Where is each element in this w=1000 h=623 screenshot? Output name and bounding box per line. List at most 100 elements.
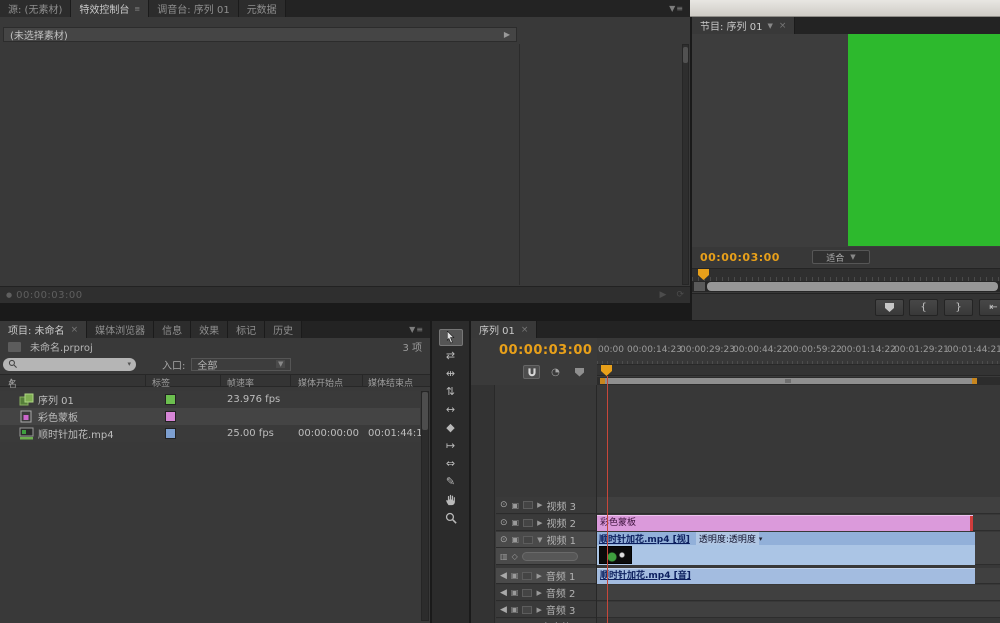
- effect-controls-divider[interactable]: [519, 44, 520, 285]
- track-header-video3[interactable]: ⊙ ▣ ▶ 视频 3: [496, 497, 596, 514]
- clip-video[interactable]: 顺时针加花.mp4 [视] 透明度:透明度 ▾: [597, 532, 975, 565]
- display-style-icon[interactable]: ▥: [500, 552, 508, 561]
- program-monitor-ruler[interactable]: [692, 268, 1000, 281]
- track-header-video1[interactable]: ⊙ ▣ ▼ 视频 1: [496, 532, 596, 548]
- lane-audio3[interactable]: [597, 602, 1000, 618]
- track-header-audio2[interactable]: ◀ ▣ ▶ 音频 2: [496, 585, 596, 601]
- expand-arrow-icon[interactable]: ▶: [504, 30, 510, 39]
- lock-toggle[interactable]: [522, 589, 532, 597]
- panel-menu-icon[interactable]: ▼≡: [663, 0, 690, 17]
- entry-filter-dropdown[interactable]: 全部 ▼: [191, 358, 291, 371]
- effect-controls-scrollbar[interactable]: [682, 44, 689, 285]
- speaker-icon[interactable]: ◀: [500, 588, 507, 598]
- pen-tool[interactable]: ✎: [439, 473, 463, 490]
- sync-lock-icon[interactable]: ▣: [512, 518, 520, 527]
- program-monitor-scrollbar[interactable]: [692, 281, 1000, 292]
- lane-audio1[interactable]: 顺时针加花.mp4 [音]: [597, 568, 1000, 584]
- eye-icon[interactable]: ⊙: [500, 535, 508, 545]
- program-timecode[interactable]: 00:00:03:00: [700, 251, 780, 264]
- panel-menu-icon[interactable]: ▼≡: [403, 321, 430, 338]
- mark-in-button[interactable]: {: [909, 299, 938, 316]
- sync-lock-icon[interactable]: ▣: [512, 501, 520, 510]
- tab-info[interactable]: 信息: [154, 321, 191, 338]
- eye-icon[interactable]: ⊙: [500, 518, 508, 528]
- lane-video3[interactable]: [597, 497, 1000, 514]
- loop-icon[interactable]: ⟳: [676, 290, 684, 300]
- column-media-end[interactable]: 媒体结束点: [368, 376, 413, 389]
- rolling-edit-tool[interactable]: ⇅: [439, 383, 463, 400]
- scrollbar-end-box[interactable]: [694, 282, 705, 291]
- scrollbar-thumb[interactable]: [707, 282, 998, 291]
- tab-audio-mixer[interactable]: 调音台: 序列 01: [149, 0, 238, 17]
- scrollbar-thumb[interactable]: [422, 392, 428, 430]
- eye-icon[interactable]: ⊙: [500, 500, 508, 510]
- lock-toggle[interactable]: [523, 519, 533, 527]
- tab-sequence-01[interactable]: 序列 01 ×: [471, 321, 537, 338]
- chevron-down-icon[interactable]: ▼: [767, 22, 772, 30]
- clip-effect-badge[interactable]: 透明度:透明度: [696, 532, 759, 545]
- keyframe-icon[interactable]: ◇: [512, 552, 518, 561]
- clip-color-matte[interactable]: 彩色蒙板: [597, 515, 973, 531]
- search-input[interactable]: ▾: [3, 358, 136, 371]
- tab-project[interactable]: 项目: 未命名 ×: [0, 321, 87, 338]
- playhead-line[interactable]: [607, 376, 608, 623]
- expand-icon[interactable]: ▼: [537, 536, 542, 544]
- track-header-audio1[interactable]: ◀ ▣ ▶ 音频 1: [496, 568, 596, 584]
- column-label[interactable]: 标签: [152, 376, 170, 389]
- scrollbar-thumb[interactable]: [683, 47, 688, 63]
- project-item-video-clip[interactable]: 顺时针加花.mp4 25.00 fps 00:00:00:00 00:01:44…: [0, 425, 420, 442]
- project-scrollbar[interactable]: [421, 391, 429, 621]
- speaker-icon[interactable]: ◀: [500, 571, 507, 581]
- sync-lock-icon[interactable]: ▣: [511, 605, 519, 614]
- tab-source-monitor[interactable]: 源: (无素材): [0, 0, 71, 17]
- lane-video2[interactable]: 彩色蒙板: [597, 515, 1000, 531]
- label-swatch-green[interactable]: [165, 394, 176, 405]
- snap-toggle-button[interactable]: [523, 365, 540, 379]
- lock-toggle[interactable]: [522, 606, 532, 614]
- goto-in-button[interactable]: ⇤: [979, 299, 1000, 316]
- razor-tool[interactable]: ◆: [439, 419, 463, 436]
- zoom-level-dropdown[interactable]: 适合 ▼: [812, 250, 870, 264]
- add-marker-button[interactable]: [875, 299, 904, 316]
- lane-audio2[interactable]: [597, 585, 1000, 601]
- timeline-ruler[interactable]: 00:00 00:00:14:23 00:00:29:23 00:00:44:2…: [597, 338, 1000, 365]
- collapse-icon[interactable]: ▶: [536, 572, 541, 580]
- sync-lock-icon[interactable]: ▣: [511, 588, 519, 597]
- track-header-master[interactable]: ▶ 主音轨 ▸◂: [496, 619, 596, 623]
- keyframe-nav-slider[interactable]: [522, 552, 578, 561]
- program-playhead-icon[interactable]: [698, 269, 709, 280]
- effect-controls-timecode[interactable]: 00:00:03:00: [16, 290, 83, 301]
- hand-tool[interactable]: [439, 491, 463, 508]
- lock-toggle[interactable]: [523, 501, 533, 509]
- tab-metadata[interactable]: 元数据: [239, 0, 286, 17]
- timecode-toggle-icon[interactable]: ●: [6, 291, 12, 299]
- tab-media-browser[interactable]: 媒体浏览器: [87, 321, 154, 338]
- track-header-video1-options[interactable]: ▥ ◇: [496, 548, 596, 565]
- tab-history[interactable]: 历史: [265, 321, 302, 338]
- collapse-icon[interactable]: ▶: [537, 501, 542, 509]
- track-header-audio3[interactable]: ◀ ▣ ▶ 音频 3: [496, 602, 596, 618]
- work-area-bar[interactable]: [600, 378, 977, 384]
- play-icon[interactable]: ▶: [660, 290, 667, 300]
- lane-video1[interactable]: 顺时针加花.mp4 [视] 透明度:透明度 ▾: [597, 532, 1000, 565]
- collapse-icon[interactable]: ▶: [536, 606, 541, 614]
- close-icon[interactable]: ×: [779, 21, 787, 31]
- project-item-sequence[interactable]: 序列 01 23.976 fps: [0, 391, 420, 408]
- clip-end-handle[interactable]: [970, 516, 973, 531]
- ripple-edit-tool[interactable]: ⇹: [439, 365, 463, 382]
- sequence-marker-button[interactable]: [571, 365, 588, 379]
- clip-audio[interactable]: 顺时针加花.mp4 [音]: [597, 568, 975, 584]
- rate-stretch-tool[interactable]: ↔: [439, 401, 463, 418]
- selection-tool[interactable]: [439, 329, 463, 346]
- timeline-tickstrip[interactable]: [597, 365, 1000, 376]
- slip-tool[interactable]: ↦: [439, 437, 463, 454]
- work-area-track[interactable]: [597, 377, 1000, 385]
- timeline-timecode[interactable]: 00:00:03:00: [499, 343, 592, 358]
- zoom-tool[interactable]: [439, 509, 463, 526]
- tab-markers[interactable]: 标记: [228, 321, 265, 338]
- track-header-video2[interactable]: ⊙ ▣ ▶ 视频 2: [496, 515, 596, 531]
- tab-effects[interactable]: 效果: [191, 321, 228, 338]
- column-media-start[interactable]: 媒体开始点: [298, 376, 343, 389]
- close-icon[interactable]: ×: [521, 325, 529, 335]
- collapse-icon[interactable]: ▶: [537, 519, 542, 527]
